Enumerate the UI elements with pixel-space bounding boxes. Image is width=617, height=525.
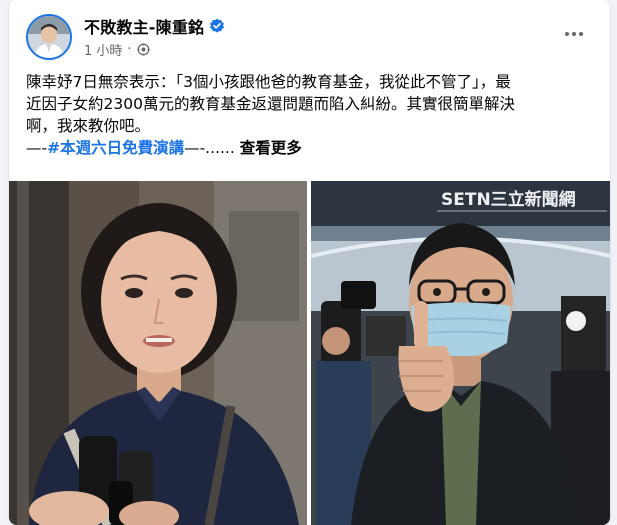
post-header: 不敗教主-陳重銘 1 小時 · <box>9 0 610 70</box>
verified-badge-icon <box>209 18 225 34</box>
post-photos: SETN三立新聞網 <box>9 181 610 525</box>
more-dot <box>579 32 583 36</box>
post-timestamp[interactable]: 1 小時 <box>84 40 122 59</box>
post-text-line: 陳幸妤7日無奈表示：「3個小孩跟他爸的教育基金，我從此不管了」，最 <box>26 73 511 91</box>
author-avatar[interactable] <box>26 14 72 60</box>
author-name[interactable]: 不敗教主-陳重銘 <box>84 14 204 38</box>
more-dot <box>565 32 569 36</box>
hashtag-prefix: —- <box>26 139 48 157</box>
hashtag-line: —-#本週六日免費演講—-...... 查看更多 <box>26 137 596 159</box>
post-card: 不敗教主-陳重銘 1 小時 · 陳幸妤7日無奈表示：「3個小孩跟他爸的教育基金，… <box>9 0 610 525</box>
globe-icon[interactable] <box>136 42 150 56</box>
more-dot <box>572 32 576 36</box>
post-text-line: 近因子女約2300萬元的教育基金返還問題而陷入糾紛。其實很簡單解決 <box>26 95 515 113</box>
hashtag-link[interactable]: #本週六日免費演講 <box>47 139 184 157</box>
post-text-line: 啊，我來教你吧。 <box>26 117 151 135</box>
author-name-row: 不敗教主-陳重銘 <box>84 14 225 38</box>
photo-left[interactable] <box>9 181 307 525</box>
photo-right-image: SETN三立新聞網 <box>311 181 610 525</box>
hashtag-suffix: —-...... <box>184 139 235 157</box>
more-options-icon[interactable] <box>558 22 590 46</box>
meta-separator: · <box>127 41 132 57</box>
see-more-button[interactable]: 查看更多 <box>240 139 302 157</box>
post-meta: 1 小時 · <box>84 40 150 59</box>
photo-left-image <box>9 181 307 525</box>
photo-right[interactable]: SETN三立新聞網 <box>311 181 610 525</box>
avatar-image <box>28 16 70 58</box>
watermark-text: SETN三立新聞網 <box>441 189 576 210</box>
post-body: 陳幸妤7日無奈表示：「3個小孩跟他爸的教育基金，我從此不管了」，最 近因子女約2… <box>26 71 596 159</box>
